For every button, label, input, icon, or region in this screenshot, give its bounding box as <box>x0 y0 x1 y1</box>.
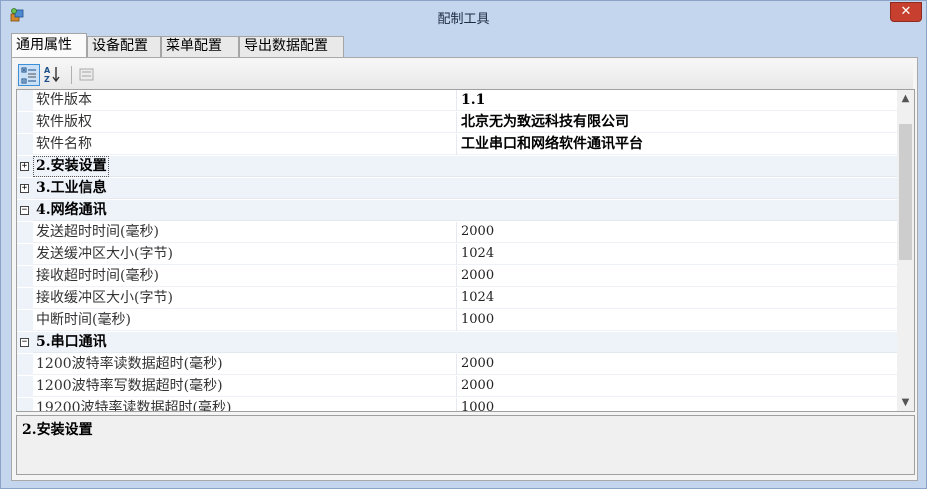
vertical-scrollbar[interactable]: ▲ ▼ <box>897 90 914 411</box>
property-row[interactable]: 软件版本 1.1 <box>17 90 897 111</box>
toolbar-separator <box>71 66 72 84</box>
property-name: 软件版权 <box>33 112 457 133</box>
property-grid-rows: 软件版本 1.1 软件版权 北京无为致远科技有限公司 软件名称 工业串口和网络软件通讯平台… <box>17 90 897 411</box>
category-label: 5.串口通讯 <box>36 334 107 350</box>
property-row[interactable]: 发送超时时间(毫秒) 2000 <box>17 222 897 243</box>
title-bar[interactable]: 配制工具 ✕ <box>1 1 926 31</box>
property-value[interactable]: 1.1 <box>457 90 897 111</box>
property-name: 1200波特率写数据超时(毫秒) <box>33 376 457 397</box>
row-gutter <box>17 112 33 133</box>
property-row[interactable]: 中断时间(毫秒) 1000 <box>17 310 897 331</box>
row-gutter <box>17 244 33 265</box>
property-value[interactable]: 2000 <box>457 354 897 375</box>
description-title: 2.安装设置 <box>22 422 93 438</box>
property-name: 发送缓冲区大小(字节) <box>33 244 457 265</box>
property-grid[interactable]: 软件版本 1.1 软件版权 北京无为致远科技有限公司 软件名称 工业串口和网络软件通讯平台… <box>16 89 915 412</box>
property-name: 接收缓冲区大小(字节) <box>33 288 457 309</box>
property-value[interactable]: 1000 <box>457 310 897 331</box>
property-name: 中断时间(毫秒) <box>33 310 457 331</box>
property-row[interactable]: 软件名称 工业串口和网络软件通讯平台 <box>17 134 897 155</box>
window-title: 配制工具 <box>437 12 490 27</box>
collapse-icon[interactable]: − <box>20 206 29 215</box>
close-icon: ✕ <box>900 4 912 19</box>
scroll-down-icon[interactable]: ▼ <box>897 394 914 411</box>
row-gutter <box>17 376 33 397</box>
property-row[interactable]: 接收缓冲区大小(字节) 1024 <box>17 288 897 309</box>
category-label: 2.安装设置 <box>33 156 109 177</box>
row-gutter <box>17 266 33 287</box>
categorized-button[interactable] <box>18 64 40 86</box>
property-value[interactable]: 1024 <box>457 244 897 265</box>
property-name: 软件名称 <box>33 134 457 155</box>
row-gutter <box>17 288 33 309</box>
property-row[interactable]: 发送缓冲区大小(字节) 1024 <box>17 244 897 265</box>
property-name: 1200波特率读数据超时(毫秒) <box>33 354 457 375</box>
property-row[interactable]: 软件版权 北京无为致远科技有限公司 <box>17 112 897 133</box>
property-toolbar: A Z <box>16 61 913 89</box>
row-gutter <box>17 90 33 111</box>
tab-export[interactable]: 导出数据配置 <box>239 36 344 57</box>
property-name: 19200波特率读数据超时(毫秒) <box>33 398 457 411</box>
property-name: 发送超时时间(毫秒) <box>33 222 457 243</box>
category-row[interactable]: −4.网络通讯 <box>17 200 897 221</box>
tab-menu[interactable]: 菜单配置 <box>161 36 239 57</box>
categorized-icon <box>21 67 36 84</box>
expand-icon[interactable]: + <box>20 162 29 171</box>
property-value[interactable]: 2000 <box>457 222 897 243</box>
row-gutter <box>17 310 33 331</box>
property-row[interactable]: 19200波特率读数据超时(毫秒) 1000 <box>17 398 897 411</box>
description-pane: 2.安装设置 <box>16 415 915 475</box>
property-value[interactable]: 工业串口和网络软件通讯平台 <box>457 134 897 155</box>
property-name: 接收超时时间(毫秒) <box>33 266 457 287</box>
tab-device[interactable]: 设备配置 <box>87 36 161 57</box>
main-window: 配制工具 ✕ 通用属性 设备配置 菜单配置 导出数据配置 A Z 软件版本 1.… <box>0 0 927 489</box>
category-row[interactable]: +3.工业信息 <box>17 178 897 199</box>
scroll-up-icon[interactable]: ▲ <box>897 90 914 107</box>
row-gutter <box>17 134 33 155</box>
row-gutter <box>17 398 33 411</box>
tab-general[interactable]: 通用属性 <box>11 33 87 57</box>
svg-text:Z: Z <box>44 75 50 84</box>
property-value[interactable]: 北京无为致远科技有限公司 <box>457 112 897 133</box>
property-name: 软件版本 <box>33 90 457 111</box>
property-pages-icon <box>79 68 94 81</box>
row-gutter <box>17 354 33 375</box>
row-gutter <box>17 222 33 243</box>
property-row[interactable]: 1200波特率写数据超时(毫秒) 2000 <box>17 376 897 397</box>
alphabetical-button[interactable]: A Z <box>42 64 64 86</box>
property-value[interactable]: 1024 <box>457 288 897 309</box>
expand-icon[interactable]: + <box>20 184 29 193</box>
property-pages-button[interactable] <box>76 64 98 86</box>
category-row[interactable]: −5.串口通讯 <box>17 332 897 353</box>
category-label: 3.工业信息 <box>36 180 107 196</box>
property-value[interactable]: 2000 <box>457 376 897 397</box>
property-row[interactable]: 接收超时时间(毫秒) 2000 <box>17 266 897 287</box>
property-value[interactable]: 2000 <box>457 266 897 287</box>
sort-alphabetical-icon: A Z <box>44 66 60 84</box>
category-label: 4.网络通讯 <box>36 202 107 218</box>
category-row[interactable]: +2.安装设置 <box>17 156 897 177</box>
scroll-thumb[interactable] <box>899 124 912 260</box>
close-button[interactable]: ✕ <box>890 2 922 22</box>
property-value[interactable]: 1000 <box>457 398 897 411</box>
collapse-icon[interactable]: − <box>20 338 29 347</box>
property-panel: A Z 软件版本 1.1 软件版权 北京无为致远科技有限公司 软件名称 工业串口和网络软件… <box>11 57 918 481</box>
svg-text:A: A <box>44 66 51 75</box>
property-row[interactable]: 1200波特率读数据超时(毫秒) 2000 <box>17 354 897 375</box>
